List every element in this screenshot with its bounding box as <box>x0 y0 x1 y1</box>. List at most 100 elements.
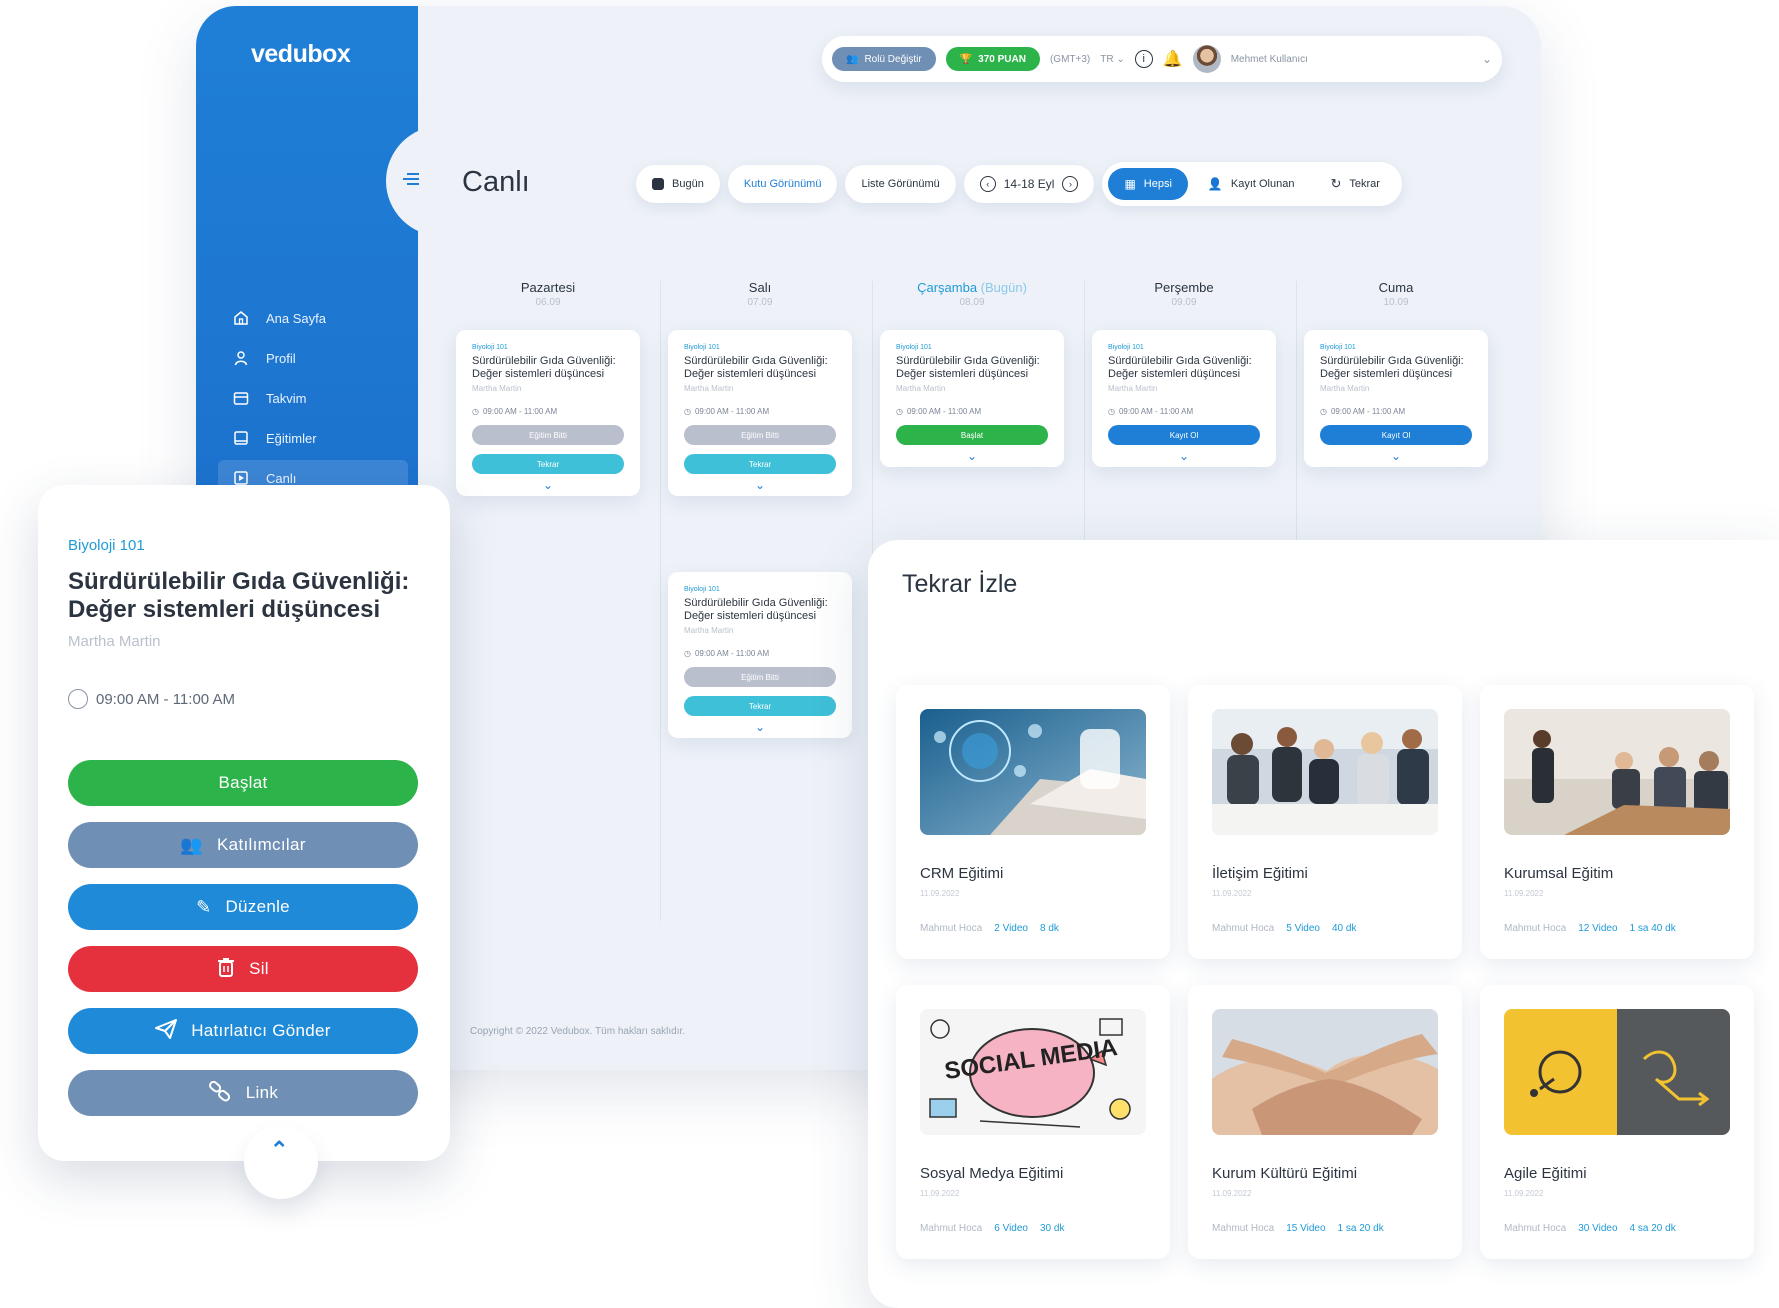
video-meta: Mahmut Hoca 15 Video 1 sa 20 dk <box>1212 1223 1384 1234</box>
event-title: Sürdürülebilir Gıda Güvenliği: Değer sis… <box>1108 355 1252 380</box>
video-thumbnail[interactable] <box>1212 1009 1438 1135</box>
chevron-down-icon[interactable]: ⌄ <box>1320 445 1472 467</box>
clock-icon: ◷ <box>684 407 691 416</box>
date-range-picker[interactable]: ‹ 14-18 Eyl › <box>963 165 1095 203</box>
video-date: 11.09.2022 <box>1212 889 1252 898</box>
event-time-label: 09:00 AM - 11:00 AM <box>1330 407 1406 416</box>
video-title: CRM Eğitimi <box>920 865 1004 882</box>
user-name: Mehmet Kullanıcı <box>1230 53 1308 65</box>
chevron-down-icon[interactable]: ⌄ <box>472 474 624 496</box>
filter-replay[interactable]: ↻ Tekrar <box>1314 168 1395 200</box>
day-header-monday: Pazartesi 06.09 <box>456 280 640 308</box>
menu-toggle-icon[interactable] <box>402 172 420 186</box>
day-header-tuesday: Salı 07.09 <box>668 280 852 308</box>
logo: vedubox <box>251 40 351 68</box>
event-card[interactable]: Biyoloji 101 Sürdürülebilir Gıda Güvenli… <box>880 330 1064 467</box>
video-card[interactable]: İletişim Eğitimi 11.09.2022 Mahmut Hoca 5… <box>1188 685 1462 959</box>
view-toolbar: Bugün Kutu Görünümü Liste Görünümü ‹ 14-… <box>636 162 1402 206</box>
list-view-button[interactable]: Liste Görünümü <box>845 165 956 203</box>
bell-icon[interactable]: 🔔 <box>1163 49 1183 69</box>
avatar[interactable] <box>1192 45 1221 73</box>
day-date: 09.09 <box>1171 297 1197 308</box>
book-icon <box>230 429 252 447</box>
chevron-down-icon[interactable]: ⌄ <box>1108 445 1260 467</box>
clock-icon: ◷ <box>1320 407 1327 416</box>
link-button[interactable]: Link <box>68 1070 418 1116</box>
prev-week-icon[interactable]: ‹ <box>979 176 996 192</box>
sidebar-item-trainings[interactable]: Eğitimler <box>218 420 408 456</box>
link-icon <box>208 1080 232 1107</box>
video-card[interactable]: SOCIAL MEDIA Sosyal Medya Eğitimi 11.09.… <box>896 985 1170 1259</box>
box-view-button[interactable]: Kutu Görünümü <box>727 165 838 203</box>
replay-button[interactable]: Tekrar <box>684 454 836 474</box>
training-ended-button[interactable]: Eğitim Bitti <box>684 425 836 445</box>
video-card[interactable]: Kurumsal Eğitim 11.09.2022 Mahmut Hoca 12… <box>1480 685 1754 959</box>
training-ended-button[interactable]: Eğitim Bitti <box>684 667 836 687</box>
participants-button[interactable]: 👥 Katılımcılar <box>68 822 418 868</box>
chevron-down-icon[interactable]: ⌄ <box>1482 52 1492 66</box>
video-date: 11.09.2022 <box>920 889 960 898</box>
video-thumbnail[interactable] <box>1212 709 1438 835</box>
edit-button[interactable]: ✎ Düzenle <box>68 884 418 930</box>
sidebar-item-profile[interactable]: Profil <box>218 340 408 376</box>
clock-icon: ◷ <box>1108 407 1115 416</box>
filter-all[interactable]: ▦ Hepsi <box>1108 168 1188 200</box>
chevron-down-icon[interactable]: ⌄ <box>896 445 1048 467</box>
topbar: 👥 Rolü Değiştir 🏆 370 PUAN (GMT+3) TR ⌄ … <box>822 36 1502 82</box>
event-card[interactable]: Biyoloji 101 Sürdürülebilir Gıda Güvenli… <box>668 330 852 496</box>
button-label: Eğitim Bitti <box>741 672 779 682</box>
register-button[interactable]: Kayıt Ol <box>1320 425 1472 445</box>
replay-button[interactable]: Tekrar <box>684 696 836 716</box>
replay-button[interactable]: Tekrar <box>472 454 624 474</box>
detail-time: 09:00 AM - 11:00 AM <box>68 689 235 709</box>
event-time: ◷ 09:00 AM - 11:00 AM <box>684 649 836 658</box>
event-card[interactable]: Biyoloji 101 Sürdürülebilir Gıda Güvenli… <box>668 572 852 738</box>
replay-icon: ↻ <box>1330 176 1342 191</box>
video-title: Sosyal Medya Eğitimi <box>920 1165 1064 1182</box>
chevron-up-icon[interactable]: ⌃ <box>270 1137 288 1163</box>
sidebar-item-home[interactable]: Ana Sayfa <box>218 300 408 336</box>
next-week-icon[interactable]: › <box>1062 176 1079 192</box>
language-label: TR <box>1100 53 1114 65</box>
delete-label: Sil <box>249 959 269 978</box>
home-icon <box>230 309 252 327</box>
video-thumbnail[interactable] <box>1504 709 1730 835</box>
video-card[interactable]: Agile Eğitimi 11.09.2022 Mahmut Hoca 30 V… <box>1480 985 1754 1259</box>
chevron-down-icon[interactable]: ⌄ <box>684 474 836 496</box>
video-thumbnail[interactable] <box>920 709 1146 835</box>
language-select[interactable]: TR ⌄ <box>1100 54 1125 65</box>
footer-copyright: Copyright © 2022 Vedubox. Tüm hakları sa… <box>470 1026 686 1037</box>
points-badge[interactable]: 🏆 370 PUAN <box>945 47 1040 71</box>
event-teacher: Martha Martin <box>472 384 522 393</box>
users-icon: 👥 <box>846 53 859 65</box>
video-thumbnail[interactable] <box>1504 1009 1730 1135</box>
start-button[interactable]: Başlat <box>896 425 1048 445</box>
button-label: Eğitim Bitti <box>529 430 567 440</box>
send-reminder-button[interactable]: Hatırlatıcı Gönder <box>68 1008 418 1054</box>
info-icon[interactable]: i <box>1134 50 1153 68</box>
list-view-label: Liste Görünümü <box>861 178 940 190</box>
sidebar-item-calendar[interactable]: Takvim <box>218 380 408 416</box>
role-switch-button[interactable]: 👥 Rolü Değiştir <box>832 47 936 71</box>
video-count: 6 Video <box>994 1223 1028 1234</box>
filter-registered[interactable]: 👤 Kayıt Olunan <box>1192 168 1311 200</box>
event-time: ◷ 09:00 AM - 11:00 AM <box>684 407 836 416</box>
video-duration: 1 sa 40 dk <box>1629 923 1676 934</box>
replay-title: Tekrar İzle <box>902 570 1018 598</box>
register-button[interactable]: Kayıt Ol <box>1108 425 1260 445</box>
chevron-down-icon[interactable]: ⌄ <box>684 716 836 738</box>
event-card[interactable]: Biyoloji 101 Sürdürülebilir Gıda Güvenli… <box>456 330 640 496</box>
delete-button[interactable]: Sil <box>68 946 418 992</box>
start-button[interactable]: Başlat <box>68 760 418 806</box>
video-count: 2 Video <box>994 923 1028 934</box>
day-date: 07.09 <box>747 297 773 308</box>
event-card[interactable]: Biyoloji 101 Sürdürülebilir Gıda Güvenli… <box>1304 330 1488 467</box>
video-card[interactable]: Kurum Kültürü Eğitimi 11.09.2022 Mahmut … <box>1188 985 1462 1259</box>
training-ended-button[interactable]: Eğitim Bitti <box>472 425 624 445</box>
today-button[interactable]: Bugün <box>636 165 720 203</box>
video-title: Agile Eğitimi <box>1504 1165 1587 1182</box>
video-card[interactable]: CRM Eğitimi 11.09.2022 Mahmut Hoca 2 Vide… <box>896 685 1170 959</box>
video-thumbnail[interactable]: SOCIAL MEDIA <box>920 1009 1146 1135</box>
day-name: Salı <box>748 280 772 295</box>
event-card[interactable]: Biyoloji 101 Sürdürülebilir Gıda Güvenli… <box>1092 330 1276 467</box>
